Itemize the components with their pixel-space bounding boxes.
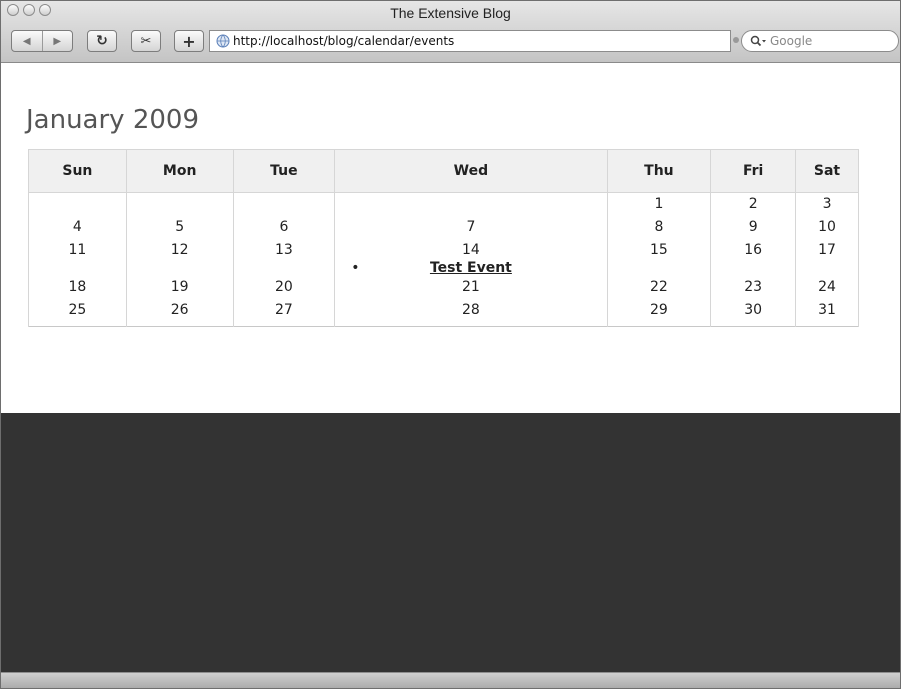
day-cell: 13 [232,239,336,276]
event-list: • Test Event [335,260,606,276]
calendar-header-row: Sun Mon Tue Wed Thu Fri Sat [28,149,859,193]
search-snapback-icon [733,37,739,43]
day-cell: 15 [606,239,712,276]
day-cell: 10 [795,216,859,239]
day-header: Sat [795,149,859,193]
day-cell: 7 [334,216,608,239]
day-cell: 28 [334,299,608,327]
day-cell-with-event: 14 • Test Event [334,239,608,276]
day-cell: 18 [28,276,127,299]
day-cell: 30 [710,299,797,327]
calendar-week-row: 25 26 27 28 29 30 31 [28,299,859,327]
calendar-week-row: 18 19 20 21 22 23 24 [28,276,859,299]
address-bar[interactable]: http://localhost/blog/calendar/events [209,30,731,52]
day-header: Wed [334,149,608,193]
day-cell: 22 [606,276,712,299]
browser-chrome: The Extensive Blog ◀ ▶ ↻ ✂ + http://loca… [1,1,900,63]
day-cell: 5 [125,216,234,239]
status-bar [1,672,900,688]
search-icon [750,35,766,47]
day-cell: 11 [28,239,127,276]
day-header: Sun [28,149,127,193]
day-cell: 6 [232,216,336,239]
scissors-icon: ✂ [140,33,152,49]
day-cell: 25 [28,299,127,327]
day-cell: 27 [232,299,336,327]
day-cell: 1 [606,192,712,216]
day-cell: 12 [125,239,234,276]
day-cell: 17 [795,239,859,276]
add-bookmark-button[interactable]: + [174,30,204,52]
day-header: Fri [710,149,797,193]
day-cell: 8 [606,216,712,239]
back-button[interactable]: ◀ [12,31,43,51]
forward-button[interactable]: ▶ [43,31,73,51]
event-list-item: • Test Event [335,260,606,276]
day-cell: 16 [710,239,797,276]
day-header: Tue [232,149,336,193]
day-cell: 2 [710,192,797,216]
forward-icon: ▶ [53,35,62,47]
toolbar: ◀ ▶ ↻ ✂ + http://localhost/blog/calendar… [11,30,900,54]
test-event-link[interactable]: Test Event [430,260,512,276]
day-cell: 29 [606,299,712,327]
day-cell: 24 [795,276,859,299]
window-title: The Extensive Blog [390,5,511,21]
day-cell: 20 [232,276,336,299]
calendar-table: Sun Mon Tue Wed Thu Fri Sat 1 2 3 4 5 6 … [28,149,859,327]
day-cell [28,192,127,216]
reload-icon: ↻ [96,33,108,49]
back-forward-group: ◀ ▶ [11,30,73,52]
page-title: January 2009 [26,105,199,135]
day-header: Mon [125,149,234,193]
back-icon: ◀ [22,35,31,47]
day-cell: 3 [795,192,859,216]
day-cell: 9 [710,216,797,239]
day-cell: 19 [125,276,234,299]
bullet-icon: • [351,260,360,276]
reload-button[interactable]: ↻ [87,30,117,52]
day-cell: 26 [125,299,234,327]
url-text: http://localhost/blog/calendar/events [233,34,455,48]
search-placeholder: Google [770,34,813,48]
day-cell [334,192,608,216]
calendar-week-row: 1 2 3 [28,192,859,216]
calendar-week-row: 11 12 13 14 • Test Event 15 16 17 [28,239,859,276]
day-cell: 31 [795,299,859,327]
day-cell [125,192,234,216]
calendar-week-row: 4 5 6 7 8 9 10 [28,216,859,239]
day-header: Thu [606,149,712,193]
browser-window: The Extensive Blog ◀ ▶ ↻ ✂ + http://loca… [0,0,901,689]
search-field[interactable]: Google [741,30,899,52]
day-cell: 21 [334,276,608,299]
day-cell: 23 [710,276,797,299]
page-content: January 2009 Sun Mon Tue Wed Thu Fri Sat [1,63,900,413]
web-clip-button[interactable]: ✂ [131,30,161,52]
day-cell: 4 [28,216,127,239]
page-footer [1,413,900,672]
day-cell [232,192,336,216]
plus-icon: + [182,31,196,51]
site-globe-icon [216,34,230,48]
day-number: 14 [461,242,480,258]
